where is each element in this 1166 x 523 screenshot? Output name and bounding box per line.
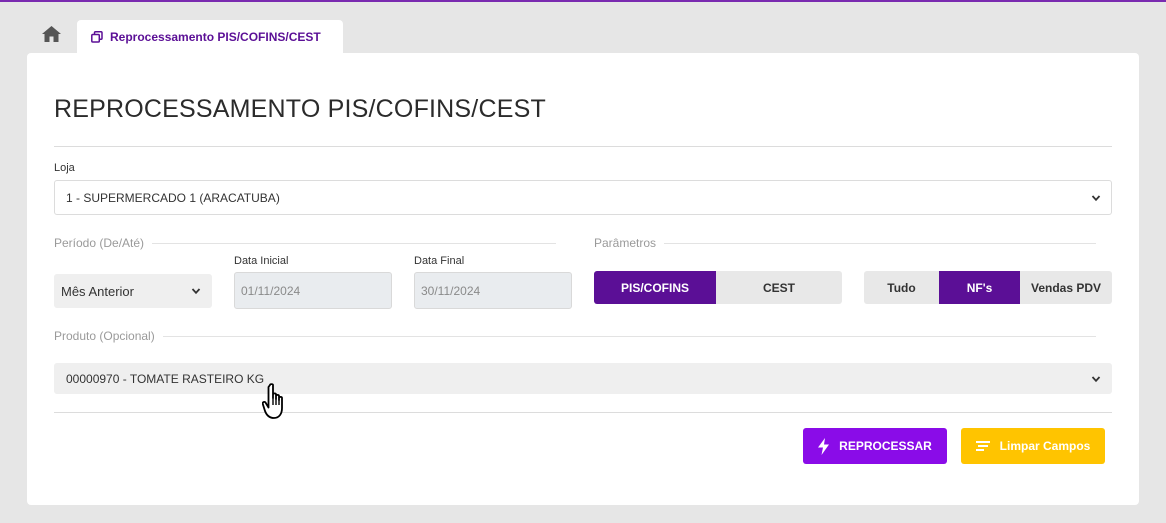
tipo-toggle-group: PIS/COFINS CEST: [594, 271, 842, 304]
produto-select-value: 00000970 - TOMATE RASTEIRO KG: [66, 371, 265, 386]
legend-line: [162, 335, 1096, 337]
limpar-campos-label: Limpar Campos: [999, 439, 1091, 453]
loja-label: Loja: [54, 162, 75, 174]
chevron-down-icon: [191, 286, 201, 296]
hand-pointer-cursor-icon: [261, 383, 290, 426]
chevron-down-icon: [1091, 374, 1101, 384]
tab-home[interactable]: [27, 20, 75, 53]
toggle-nfs[interactable]: NF's: [939, 271, 1020, 304]
data-inicial-value: 01/11/2024: [241, 283, 301, 298]
data-final-value: 30/11/2024: [421, 283, 481, 298]
produto-legend: Produto (Opcional): [54, 329, 1096, 343]
loja-select[interactable]: 1 - SUPERMERCADO 1 (ARACATUBA): [54, 180, 1112, 215]
loja-select-value: 1 - SUPERMERCADO 1 (ARACATUBA): [66, 190, 280, 205]
copy-icon: [91, 30, 103, 43]
toggle-cest[interactable]: CEST: [716, 271, 842, 304]
clear-lines-icon: [975, 441, 990, 451]
data-final-label: Data Final: [414, 255, 465, 267]
tab-label: Reprocessamento PIS/COFINS/CEST: [110, 29, 321, 44]
main-card: REPROCESSAMENTO PIS/COFINS/CEST Loja 1 -…: [27, 53, 1139, 505]
reprocessar-label: REPROCESSAR: [839, 439, 932, 453]
data-final-input[interactable]: 30/11/2024: [414, 272, 572, 309]
legend-line: [664, 242, 1096, 244]
home-icon: [41, 26, 61, 47]
parametros-legend-text: Parâmetros: [594, 236, 657, 250]
produto-legend-text: Produto (Opcional): [54, 329, 155, 343]
bolt-icon: [818, 437, 830, 455]
legend-line: [152, 242, 556, 244]
toggle-vendas-pdv[interactable]: Vendas PDV: [1020, 271, 1112, 304]
tab-bar: Reprocessamento PIS/COFINS/CEST: [27, 20, 343, 53]
top-accent-line: [0, 0, 1166, 2]
reprocessar-button[interactable]: REPROCESSAR: [803, 428, 947, 464]
periodo-select-value: Mês Anterior: [61, 283, 134, 299]
data-inicial-label: Data Inicial: [234, 255, 289, 267]
page-title: REPROCESSAMENTO PIS/COFINS/CEST: [54, 95, 546, 123]
title-divider: [54, 146, 1112, 147]
produto-select[interactable]: 00000970 - TOMATE RASTEIRO KG: [54, 363, 1112, 394]
periodo-legend: Período (De/Até): [54, 236, 556, 250]
origem-toggle-group: Tudo NF's Vendas PDV: [864, 271, 1112, 304]
tab-reprocessamento[interactable]: Reprocessamento PIS/COFINS/CEST: [77, 20, 343, 53]
parametros-legend: Parâmetros: [594, 236, 1096, 250]
actions-divider: [54, 412, 1112, 413]
periodo-select[interactable]: Mês Anterior: [54, 274, 212, 308]
data-inicial-input[interactable]: 01/11/2024: [234, 272, 392, 309]
chevron-down-icon: [1091, 193, 1101, 203]
limpar-campos-button[interactable]: Limpar Campos: [961, 428, 1105, 464]
toggle-pis-cofins[interactable]: PIS/COFINS: [594, 271, 716, 304]
periodo-legend-text: Período (De/Até): [54, 236, 145, 250]
toggle-tudo[interactable]: Tudo: [864, 271, 939, 304]
